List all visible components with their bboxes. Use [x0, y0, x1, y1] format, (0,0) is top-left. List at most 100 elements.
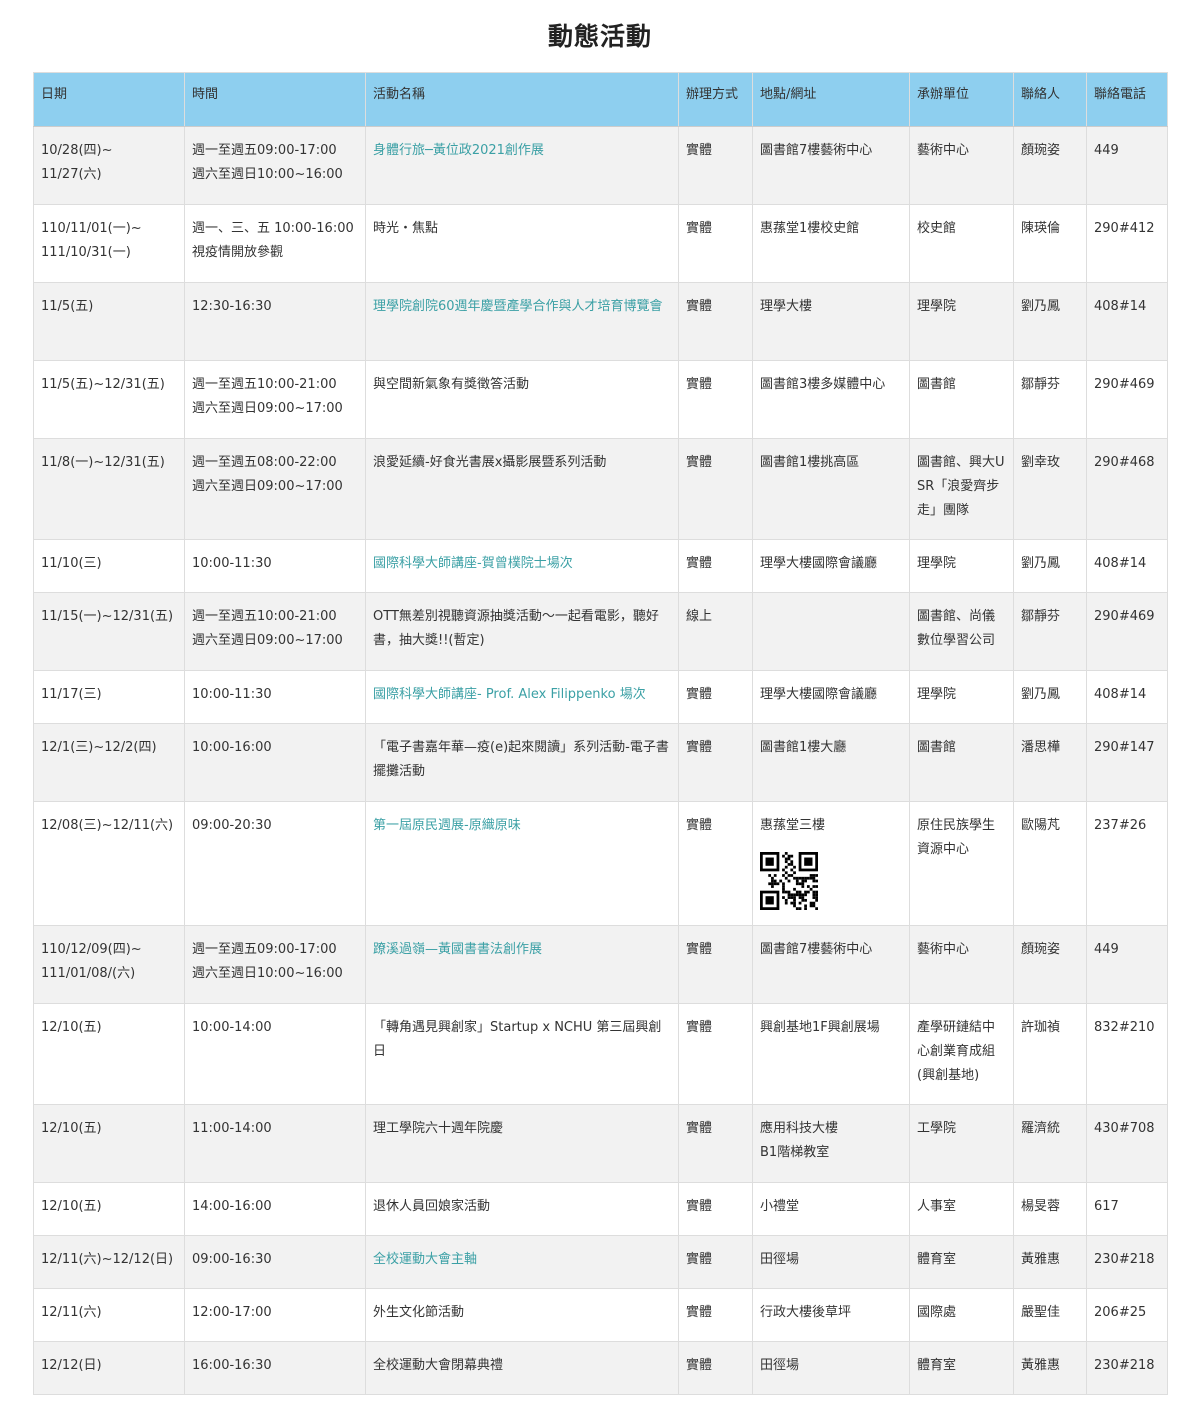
event-link[interactable]: 國際科學大師講座-賀曾樸院士場次 [373, 556, 573, 571]
mode-text: 實體 [686, 1020, 713, 1035]
phone-text: 449 [1094, 143, 1119, 158]
unit-text: 理學院 [917, 556, 957, 571]
event-name: 理工學院六十週年院慶 [373, 1121, 504, 1136]
cell-mode: 實體 [678, 670, 753, 724]
time-text: 週六至週日10:00~16:00 [192, 167, 343, 182]
table-row: 12/10(五) 11:00-14:00 理工學院六十週年院慶 實體 應用科技大樓 B1階… [33, 1104, 1168, 1183]
phone-text: 230#218 [1094, 1358, 1155, 1373]
time-text: 週一至週五08:00-22:00 [192, 455, 337, 470]
table-row: 11/8(一)~12/31(五) 週一至週五08:00-22:00 週六至週日09:… [33, 438, 1168, 540]
date-text: 11/5(五) [41, 299, 94, 314]
unit-text: 圖書館 [917, 740, 957, 755]
mode-text: 實體 [686, 455, 713, 470]
phone-text: 408#14 [1094, 299, 1147, 314]
event-link[interactable]: 理學院創院60週年慶暨產學合作與人才培育博覽會 [373, 299, 663, 314]
event-link[interactable]: 第一屆原民週展-原織原味 [373, 818, 521, 833]
cell-time: 週一、三、五 10:00-16:00 視疫情開放參觀 [184, 204, 366, 283]
event-name: 「電子書嘉年華—疫(e)起來閱讀」系列活動-電子書擺攤活動 [373, 740, 669, 779]
contact-text: 陳瑛倫 [1021, 221, 1061, 236]
event-link[interactable]: 身體行旅─黃位政2021創作展 [373, 143, 544, 158]
cell-time: 10:00-11:30 [184, 539, 366, 593]
place-text: 田徑場 [760, 1252, 800, 1267]
cell-place: 田徑場 [752, 1235, 910, 1289]
cell-name: 蹽溪過嶺—黃國書書法創作展 [365, 925, 679, 1004]
cell-phone: 430#708 [1086, 1104, 1168, 1183]
date-text: 12/11(六) [41, 1305, 102, 1320]
cell-contact: 鄒靜芬 [1013, 360, 1087, 439]
cell-mode: 實體 [678, 1003, 753, 1105]
place-text: 惠蓀堂三樓 [760, 818, 826, 833]
cell-date: 11/10(三) [33, 539, 185, 593]
phone-text: 449 [1094, 942, 1119, 957]
qr-code-icon[interactable] [760, 852, 818, 910]
table-header: 日期 時間 活動名稱 辦理方式 地點/網址 承辦單位 聯絡人 聯絡電話 [33, 72, 1168, 127]
place-text: 圖書館7樓藝術中心 [760, 942, 873, 957]
column-header-mode: 辦理方式 [678, 72, 753, 127]
cell-name: 浪愛延續-好食光書展x攝影展暨系列活動 [365, 438, 679, 540]
cell-phone: 237#26 [1086, 801, 1168, 926]
event-name: 與空間新氣象有獎徵答活動 [373, 377, 530, 392]
cell-contact: 嚴聖佳 [1013, 1288, 1087, 1342]
event-link[interactable]: 全校運動大會主軸 [373, 1252, 477, 1267]
cell-mode: 實體 [678, 1104, 753, 1183]
cell-place: 圖書館1樓挑高區 [752, 438, 910, 540]
cell-time: 週一至週五10:00-21:00 週六至週日09:00~17:00 [184, 592, 366, 671]
cell-unit: 圖書館 [909, 723, 1014, 802]
cell-unit: 產學研鏈結中心創業育成組(興創基地) [909, 1003, 1014, 1105]
date-text: 12/12(日) [41, 1358, 102, 1373]
event-link[interactable]: 國際科學大師講座- Prof. Alex Filippenko 場次 [373, 687, 646, 702]
unit-text: 理學院 [917, 687, 957, 702]
page-title: 動態活動 [547, 22, 652, 51]
header-row: 日期 時間 活動名稱 辦理方式 地點/網址 承辦單位 聯絡人 聯絡電話 [33, 72, 1168, 127]
cell-phone: 230#218 [1086, 1235, 1168, 1289]
cell-mode: 實體 [678, 1341, 753, 1395]
cell-contact: 陳瑛倫 [1013, 204, 1087, 283]
cell-mode: 實體 [678, 360, 753, 439]
cell-contact: 劉幸玫 [1013, 438, 1087, 540]
event-name: 浪愛延續-好食光書展x攝影展暨系列活動 [373, 455, 607, 470]
table-row: 11/15(一)~12/31(五) 週一至週五10:00-21:00 週六至週日09… [33, 592, 1168, 671]
contact-text: 黃雅惠 [1021, 1252, 1061, 1267]
event-link[interactable]: 蹽溪過嶺—黃國書書法創作展 [373, 942, 542, 957]
date-text: 12/1(三)~12/2(四) [41, 740, 157, 755]
cell-phone: 290#469 [1086, 360, 1168, 439]
cell-place: 理學大樓國際會議廳 [752, 539, 910, 593]
cell-contact: 顏琬姿 [1013, 925, 1087, 1004]
time-text: 週一、三、五 10:00-16:00 [192, 221, 354, 236]
cell-time: 週一至週五09:00-17:00 週六至週日10:00~16:00 [184, 126, 366, 205]
mode-text: 實體 [686, 556, 713, 571]
phone-text: 430#708 [1094, 1121, 1155, 1136]
mode-text: 實體 [686, 143, 713, 158]
cell-time: 週一至週五09:00-17:00 週六至週日10:00~16:00 [184, 925, 366, 1004]
date-text: 11/10(三) [41, 556, 102, 571]
cell-date: 12/10(五) [33, 1182, 185, 1236]
cell-place: 惠蓀堂1樓校史館 [752, 204, 910, 283]
cell-mode: 實體 [678, 438, 753, 540]
phone-text: 408#14 [1094, 687, 1147, 702]
cell-phone: 449 [1086, 126, 1168, 205]
cell-date: 10/28(四)~ 11/27(六) [33, 126, 185, 205]
mode-text: 實體 [686, 1358, 713, 1373]
contact-text: 羅濟統 [1021, 1121, 1061, 1136]
time-text: 週一至週五09:00-17:00 [192, 143, 337, 158]
cell-name: OTT無差別視聽資源抽獎活動～一起看電影，聽好書，抽大獎!!(暫定) [365, 592, 679, 671]
cell-date: 12/1(三)~12/2(四) [33, 723, 185, 802]
unit-text: 國際處 [917, 1305, 957, 1320]
contact-text: 劉乃鳳 [1021, 299, 1061, 314]
cell-contact: 羅濟統 [1013, 1104, 1087, 1183]
place-text: 惠蓀堂1樓校史館 [760, 221, 860, 236]
time-text: 10:00-14:00 [192, 1020, 272, 1035]
cell-name: 理學院創院60週年慶暨產學合作與人才培育博覽會 [365, 282, 679, 361]
cell-phone: 408#14 [1086, 282, 1168, 361]
table-row: 10/28(四)~ 11/27(六) 週一至週五09:00-17:00 週六至週日10… [33, 126, 1168, 205]
place-text: 行政大樓後草坪 [760, 1305, 852, 1320]
place-text: 小禮堂 [760, 1199, 800, 1214]
cell-phone: 290#147 [1086, 723, 1168, 802]
cell-time: 週一至週五10:00-21:00 週六至週日09:00~17:00 [184, 360, 366, 439]
cell-phone: 408#14 [1086, 539, 1168, 593]
unit-text: 工學院 [917, 1121, 957, 1136]
contact-text: 顏琬姿 [1021, 942, 1061, 957]
cell-place: 田徑場 [752, 1341, 910, 1395]
time-text: 14:00-16:00 [192, 1199, 272, 1214]
phone-text: 206#25 [1094, 1305, 1147, 1320]
